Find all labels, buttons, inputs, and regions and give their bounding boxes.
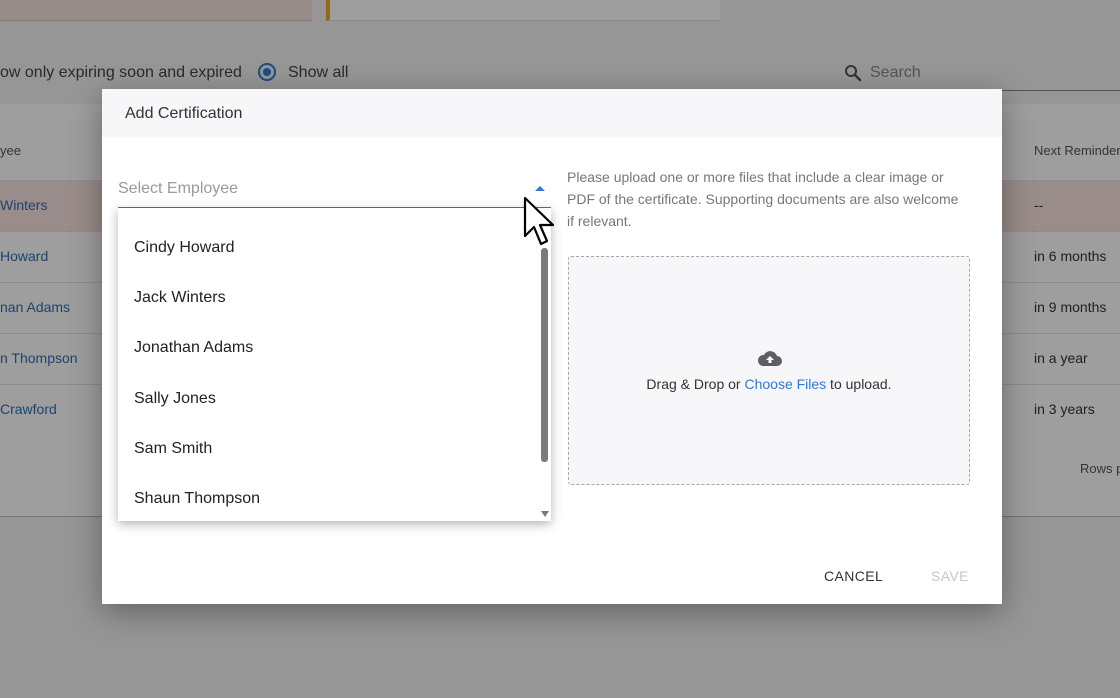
dropdown-option[interactable]: Jack Winters	[118, 266, 538, 316]
dropdown-option[interactable]: Cindy Howard	[118, 216, 538, 266]
option-label: Shaun Thompson	[134, 490, 261, 507]
file-dropzone[interactable]: Drag & Drop or Choose Files to upload.	[568, 256, 970, 485]
select-employee-field[interactable]: Select Employee	[118, 171, 551, 209]
option-label: Sally Jones	[134, 390, 216, 407]
dropdown-option[interactable]: Sam Smith	[118, 417, 538, 467]
choose-files-link[interactable]: Choose Files	[744, 376, 826, 392]
save-button[interactable]: SAVE	[931, 568, 969, 584]
mouse-pointer-icon	[523, 196, 555, 246]
dropzone-text: Drag & Drop or Choose Files to upload.	[569, 376, 969, 392]
dropdown-option[interactable]: Sally Jones	[118, 367, 538, 417]
option-label: Cindy Howard	[134, 239, 235, 256]
dropdown-option[interactable]: Jonathan Adams	[118, 316, 538, 366]
cancel-button[interactable]: CANCEL	[824, 568, 883, 584]
option-label: Sam Smith	[134, 440, 213, 457]
dropdown-option[interactable]: Shaun Thompson	[118, 467, 538, 517]
option-label: Jack Winters	[134, 289, 226, 306]
cloud-upload-icon	[757, 351, 782, 366]
drop-prefix: Drag & Drop or	[646, 376, 745, 392]
option-label: Jonathan Adams	[134, 339, 254, 356]
scroll-down-icon[interactable]	[541, 511, 549, 517]
dialog-title: Add Certification	[125, 105, 243, 122]
chevron-up-icon[interactable]	[535, 186, 545, 191]
dropdown-scrollbar[interactable]	[541, 248, 548, 462]
upload-instructions: Please upload one or more files that inc…	[567, 169, 959, 229]
select-employee-label: Select Employee	[118, 180, 239, 197]
drop-suffix: to upload.	[826, 376, 892, 392]
employee-dropdown-menu: Cindy Howard Jack Winters Jonathan Adams…	[118, 208, 551, 521]
